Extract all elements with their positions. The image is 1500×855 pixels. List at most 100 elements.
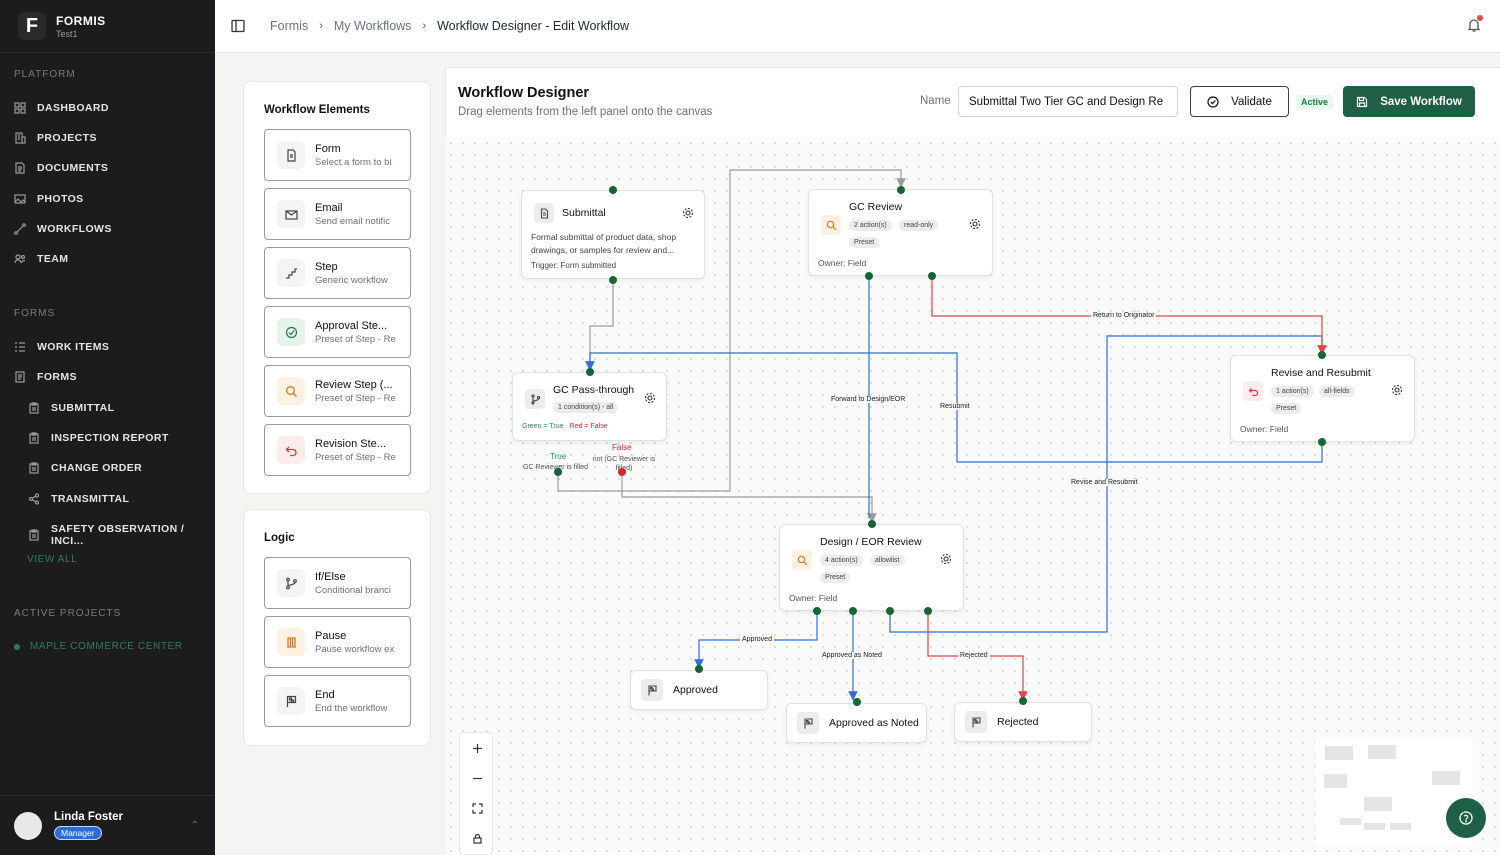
node-trigger: Trigger: Form submitted [531,261,617,270]
handle-pass-false[interactable] [618,468,626,476]
breadcrumb-my-workflows[interactable]: My Workflows [334,19,412,33]
handle-revise-in[interactable] [1318,351,1326,359]
flag-icon [965,711,987,733]
sidebar-item-transmittal[interactable]: TRANSMITTAL [28,493,129,505]
handle-approved-in[interactable] [695,665,703,673]
element-desc: Preset of Step - Re [315,392,396,404]
fit-view-button[interactable] [460,793,494,823]
edge-label-resubmit: Resubmit [938,403,972,410]
handle-design-rejected[interactable] [924,607,932,615]
brand-logo: F [18,12,46,40]
zoom-in-button[interactable] [460,733,494,763]
sidebar-item-projects[interactable]: PROJECTS [14,132,97,144]
handle-design-approved[interactable] [813,607,821,615]
page-subtitle: Drag elements from the left panel onto t… [458,106,713,118]
sidebar-item-label: DOCUMENTS [37,162,109,174]
node-design-eor-review[interactable]: Design / EOR Review 4 action(s) allowlis… [779,524,964,611]
help-button[interactable] [1446,798,1486,838]
handle-rejected-in[interactable] [1019,697,1027,705]
breadcrumb-formis[interactable]: Formis [270,19,308,33]
save-workflow-button[interactable]: Save Workflow [1343,86,1475,117]
branch-legend: Green = True · Red = False [522,423,608,430]
gear-icon[interactable] [940,553,952,565]
element-desc: Generic workflow [315,274,388,286]
element-desc: Preset of Step - Re [315,451,396,463]
building-icon [14,132,26,144]
undo-icon [1243,381,1263,401]
handle-design-revise[interactable] [886,607,894,615]
chip-mode: read-only [899,220,939,231]
node-submittal[interactable]: Submittal Formal submittal of product da… [521,190,705,279]
handle-submittal-in[interactable] [609,186,617,194]
workflow-icon [14,223,26,235]
chip-mode: allowlist [870,555,905,566]
handle-pass-true[interactable] [554,468,562,476]
section-title-active-projects: ACTIVE PROJECTS [14,608,122,619]
sidebar-toggle-icon[interactable] [231,19,245,33]
node-title: Approved [673,684,718,696]
node-title: Submittal [562,207,606,219]
image-icon [14,193,26,205]
sidebar-item-inspection-report[interactable]: INSPECTION REPORT [28,432,169,444]
handle-approved-noted-in[interactable] [853,698,861,706]
workflow-name-input[interactable] [958,86,1178,117]
view-all-link[interactable]: VIEW ALL [27,554,77,565]
bell-icon[interactable] [1466,14,1484,33]
sidebar-item-change-order[interactable]: CHANGE ORDER [28,462,142,474]
document-icon [14,162,26,174]
element-form[interactable]: Form Select a form to bi [264,129,411,181]
element-email[interactable]: Email Send email notific [264,188,411,240]
minimap-node [1324,774,1347,788]
handle-submittal-out[interactable] [609,276,617,284]
element-review-step[interactable]: Review Step (... Preset of Step - Re [264,365,411,417]
sidebar-item-dashboard[interactable]: DASHBOARD [14,102,109,114]
handle-gc-review-in[interactable] [897,186,905,194]
sidebar-item-team[interactable]: TEAM [14,253,68,265]
handle-pass-in[interactable] [586,368,594,376]
top-bar: Formis › My Workflows › Workflow Designe… [215,0,1500,53]
lock-button[interactable] [460,823,494,853]
element-desc: Pause workflow ex [315,643,395,655]
sidebar-item-safety-observation[interactable]: SAFETY OBSERVATION / INCI... [28,523,215,547]
chip-mode: all-fields [1319,386,1355,397]
element-pause[interactable]: Pause Pause workflow ex [264,616,411,668]
sidebar-item-photos[interactable]: PHOTOS [14,193,84,205]
validate-button[interactable]: Validate [1190,86,1289,117]
element-end[interactable]: End End the workflow [264,675,411,727]
gear-icon[interactable] [1391,384,1403,396]
sidebar-item-submittal[interactable]: SUBMITTAL [28,402,114,414]
gear-icon[interactable] [644,392,656,404]
user-menu[interactable]: Linda Foster Manager ⌃ [0,795,215,855]
gear-icon[interactable] [969,218,981,230]
panel-title: Workflow Elements [264,104,370,116]
handle-design-approved-noted[interactable] [849,607,857,615]
step-icon [277,259,305,287]
logic-panel: Logic If/Else Conditional branci Pause Pau… [243,509,431,746]
sidebar-item-workflows[interactable]: WORKFLOWS [14,223,112,235]
element-step[interactable]: Step Generic workflow [264,247,411,299]
node-gc-pass-through[interactable]: GC Pass-through 1 condition(s) - all Gre… [512,372,667,441]
sidebar-item-label: INSPECTION REPORT [51,432,169,444]
handle-revise-out[interactable] [1318,438,1326,446]
zoom-out-button[interactable] [460,763,494,793]
search-icon [821,215,841,235]
node-approved-as-noted[interactable]: Approved as Noted [786,703,927,743]
brand[interactable]: F FORMIS Test1 [0,0,215,53]
element-if-else[interactable]: If/Else Conditional branci [264,557,411,609]
node-approved[interactable]: Approved [630,670,768,710]
handle-design-in[interactable] [868,520,876,528]
sidebar-item-work-items[interactable]: WORK ITEMS [14,341,109,353]
sidebar-item-forms[interactable]: FORMS [14,371,77,383]
gear-icon[interactable] [682,207,694,219]
node-revise-resubmit[interactable]: Revise and Resubmit 1 action(s) all-fiel… [1230,355,1415,442]
page-title: Workflow Designer [458,85,590,101]
node-gc-review[interactable]: GC Review 2 action(s) read-only Preset O… [808,189,993,276]
element-revision-step[interactable]: Revision Ste... Preset of Step - Re [264,424,411,476]
node-rejected[interactable]: Rejected [954,702,1092,742]
sidebar-item-documents[interactable]: DOCUMENTS [14,162,108,174]
handle-gc-review-forward[interactable] [865,272,873,280]
element-approval-step[interactable]: Approval Ste... Preset of Step - Re [264,306,411,358]
handle-gc-review-return[interactable] [928,272,936,280]
brand-name: FORMIS [56,13,106,28]
active-project-item[interactable]: MAPLE COMMERCE CENTER [14,641,183,652]
